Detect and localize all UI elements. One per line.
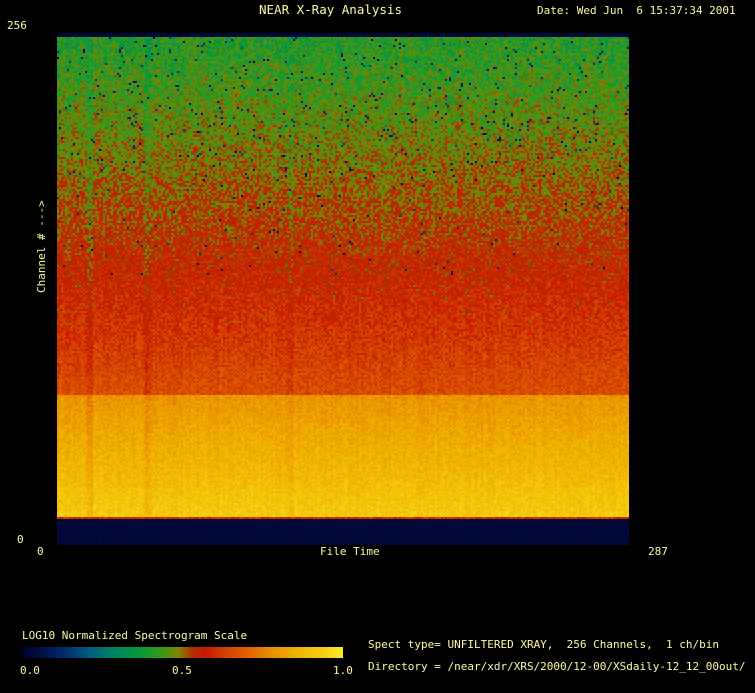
colorbar-tick-mid: 0.5 <box>172 664 192 677</box>
colorbar-tick-max: 1.0 <box>333 664 353 677</box>
y-axis-min-tick: 0 <box>17 533 24 546</box>
colorbar-gradient <box>22 647 343 658</box>
directory-info: Directory = /near/xdr/XRS/2000/12-00/XSd… <box>368 660 746 673</box>
page-title: NEAR X-Ray Analysis <box>259 2 402 17</box>
x-axis-max-tick: 287 <box>648 545 668 558</box>
colorbar-title: LOG10 Normalized Spectrogram Scale <box>22 629 248 642</box>
spect-type-info: Spect type= UNFILTERED XRAY, 256 Channel… <box>368 638 719 651</box>
spectrogram-image <box>57 33 629 545</box>
y-axis-title: Channel # ---> <box>35 200 48 293</box>
x-axis-title: File Time <box>320 545 380 558</box>
y-axis-max-tick: 256 <box>7 19 27 32</box>
colorbar-tick-min: 0.0 <box>20 664 40 677</box>
date-label: Date: Wed Jun 6 15:37:34 2001 <box>537 4 736 17</box>
app-window: { "header": { "title": "NEAR X-Ray Analy… <box>0 0 755 693</box>
x-axis-min-tick: 0 <box>37 545 44 558</box>
